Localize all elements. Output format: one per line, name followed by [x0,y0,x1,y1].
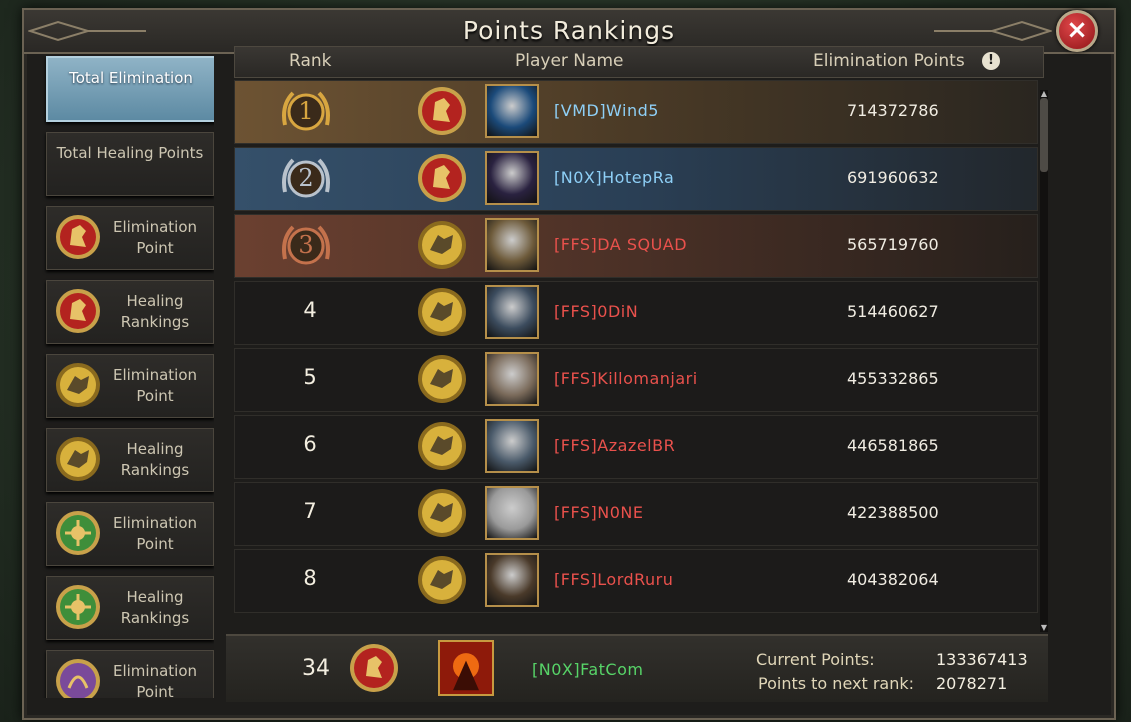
sidebar-item-label: Elimination Point [112,662,198,698]
table-row[interactable]: 3 [FFS]DA SQUAD 565719760 [234,214,1038,278]
points-to-next-label: Points to next rank: [758,674,915,693]
sidebar-item-label: Total Healing Points [56,144,204,162]
wolf-house-icon [417,555,467,605]
table-header: Rank Player Name Elimination Points [234,46,1044,78]
wolf-house-icon [417,287,467,337]
flower-green-icon [55,584,101,630]
info-icon[interactable]: ! [982,52,1000,70]
my-avatar [438,640,494,696]
flower-green-icon [55,510,101,556]
scroll-thumb[interactable] [1040,98,1048,172]
lion-house-icon [350,644,398,692]
sidebar-item-elimination-point[interactable]: Elimination Point [46,502,214,566]
wolf-gold-icon [55,362,101,408]
rank-number: 8 [303,566,317,590]
rank-number: 5 [303,365,317,389]
sidebar-item-label: Healing Rankings [120,292,190,331]
player-name[interactable]: [FFS]LordRuru [554,570,673,589]
lion-house-icon [417,86,467,136]
player-name[interactable]: [FFS]DA SQUAD [554,235,687,254]
player-name[interactable]: [FFS]AzazelBR [554,436,675,455]
avatar[interactable] [485,486,539,540]
sidebar-item-total-healing-points[interactable]: Total Healing Points [46,132,214,196]
elimination-points: 404382064 [847,570,939,589]
header-player-name: Player Name [515,51,624,71]
sidebar-item-healing-rankings[interactable]: Healing Rankings [46,280,214,344]
table-row[interactable]: 8 [FFS]LordRuru 404382064 [234,549,1038,613]
sidebar-item-label: Healing Rankings [120,440,190,479]
avatar[interactable] [485,218,539,272]
wolf-house-icon [417,354,467,404]
table-row[interactable]: 7 [FFS]N0NE 422388500 [234,482,1038,546]
player-name[interactable]: [FFS]0DiN [554,302,638,321]
player-name[interactable]: [VMD]Wind5 [554,101,659,120]
elimination-points: 514460627 [847,302,939,321]
sidebar-item-label: Total Elimination [69,69,193,87]
player-name[interactable]: [FFS]N0NE [554,503,644,522]
table-row[interactable]: 2 [N0X]HotepRa 691960632 [234,147,1038,211]
my-rank: 34 [302,656,330,681]
sidebar-item-total-elimination[interactable]: Total Elimination [46,56,214,122]
table-row[interactable]: 4 [FFS]0DiN 514460627 [234,281,1038,345]
table-row[interactable]: 1 [VMD]Wind5 714372786 [234,80,1038,144]
dragon-purple-icon [55,658,101,698]
rank-medal-icon: 1 [279,85,333,139]
close-icon: × [1066,15,1088,45]
elimination-points: 714372786 [847,101,939,120]
close-button[interactable]: × [1056,10,1098,52]
player-name[interactable]: [N0X]HotepRa [554,168,674,187]
sidebar-item-label: Elimination Point [112,218,198,257]
player-name[interactable]: [FFS]Killomanjari [554,369,698,388]
elimination-points: 446581865 [847,436,939,455]
sidebar-item-healing-rankings[interactable]: Healing Rankings [46,576,214,640]
table-row[interactable]: 6 [FFS]AzazelBR 446581865 [234,415,1038,479]
medal-rank-number: 3 [298,231,314,259]
sidebar-item-elimination-point[interactable]: Elimination Point [46,206,214,270]
avatar[interactable] [485,553,539,607]
sidebar: Total Elimination Total Healing Points Eli… [42,48,214,698]
my-player-name: [N0X]FatCom [532,660,644,679]
lion-house-icon [417,153,467,203]
wolf-house-icon [417,488,467,538]
my-rank-footer: 34 [N0X]FatCom Current Points: 133367413… [226,634,1048,702]
rank-number: 4 [303,298,317,322]
scrollbar[interactable]: ▲ ▼ [1040,90,1048,632]
avatar[interactable] [485,285,539,339]
header-rank: Rank [289,51,332,71]
medal-rank-number: 1 [298,97,314,125]
ornament-right-icon [934,20,1052,42]
medal-rank-number: 2 [298,164,314,192]
lion-red-icon [55,214,101,260]
sidebar-item-label: Elimination Point [112,366,198,405]
wolf-house-icon [417,421,467,471]
points-to-next-value: 2078271 [936,674,1008,693]
lion-red-icon [55,288,101,334]
table-row[interactable]: 5 [FFS]Killomanjari 455332865 [234,348,1038,412]
sidebar-item-label: Healing Rankings [120,588,190,627]
avatar[interactable] [485,352,539,406]
scroll-up-icon[interactable]: ▲ [1040,90,1048,98]
ranking-list[interactable]: 1 [VMD]Wind5 714372786 2 [N0X]HotepRa 6919606… [234,80,1038,626]
rank-medal-icon: 3 [279,219,333,273]
elimination-points: 691960632 [847,168,939,187]
sidebar-item-label: Elimination Point [112,514,198,553]
sidebar-item-healing-rankings[interactable]: Healing Rankings [46,428,214,492]
sidebar-item-elimination-point[interactable]: Elimination Point [46,354,214,418]
avatar[interactable] [485,419,539,473]
scroll-down-icon[interactable]: ▼ [1040,624,1048,632]
wolf-house-icon [417,220,467,270]
avatar[interactable] [485,151,539,205]
rank-number: 7 [303,499,317,523]
sidebar-item-elimination-point[interactable]: Elimination Point [46,650,214,698]
elimination-points: 455332865 [847,369,939,388]
rank-number: 6 [303,432,317,456]
rank-medal-icon: 2 [279,152,333,206]
elimination-points: 565719760 [847,235,939,254]
elimination-points: 422388500 [847,503,939,522]
header-elimination-points: Elimination Points [813,51,965,71]
current-points-value: 133367413 [936,650,1028,669]
wolf-gold-icon [55,436,101,482]
current-points-label: Current Points: [756,650,875,669]
avatar[interactable] [485,84,539,138]
